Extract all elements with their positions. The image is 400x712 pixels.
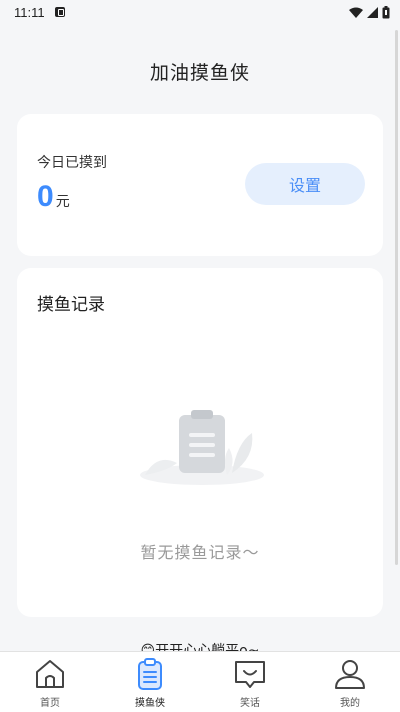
battery-icon xyxy=(382,5,390,19)
wifi-icon xyxy=(349,7,363,18)
notification-icon xyxy=(54,7,65,17)
empty-records-text: 暂无摸鱼记录～ xyxy=(140,543,260,562)
today-amount: 0 元 xyxy=(37,180,70,214)
records-title: 摸鱼记录 xyxy=(37,295,105,315)
tab-label: 摸鱼侠 xyxy=(135,698,165,709)
scrollbar[interactable] xyxy=(395,30,398,565)
page-title: 加油摸鱼侠 xyxy=(149,62,250,84)
tab-home[interactable]: 首页 xyxy=(0,652,100,712)
amount-unit: 元 xyxy=(55,194,70,210)
tab-label: 首页 xyxy=(40,698,60,709)
tab-moyuxia[interactable]: 摸鱼侠 xyxy=(100,652,200,712)
records-card: 摸鱼记录 暂无摸鱼记录～ xyxy=(17,268,383,617)
tab-label: 我的 xyxy=(340,698,360,709)
chat-smile-icon xyxy=(233,657,267,691)
bottom-tab-bar: 首页 摸鱼侠 笑话 我的 xyxy=(0,651,400,712)
settings-button[interactable]: 设置 xyxy=(245,163,365,205)
today-label: 今日已摸到 xyxy=(37,155,107,171)
clipboard-icon xyxy=(133,657,167,691)
status-left: 11:11 xyxy=(14,5,65,20)
today-card: 今日已摸到 0 元 设置 xyxy=(17,114,383,256)
user-icon xyxy=(333,657,367,691)
tab-mine[interactable]: 我的 xyxy=(300,652,400,712)
status-bar: 11:11 xyxy=(0,0,400,24)
amount-value: 0 xyxy=(37,180,54,213)
home-icon xyxy=(33,657,67,691)
signal-icon xyxy=(367,6,378,18)
status-time: 11:11 xyxy=(14,4,45,20)
tab-jokes[interactable]: 笑话 xyxy=(200,652,300,712)
tab-label: 笑话 xyxy=(240,698,260,709)
empty-clipboard-illustration xyxy=(137,403,267,493)
status-right xyxy=(349,5,390,19)
